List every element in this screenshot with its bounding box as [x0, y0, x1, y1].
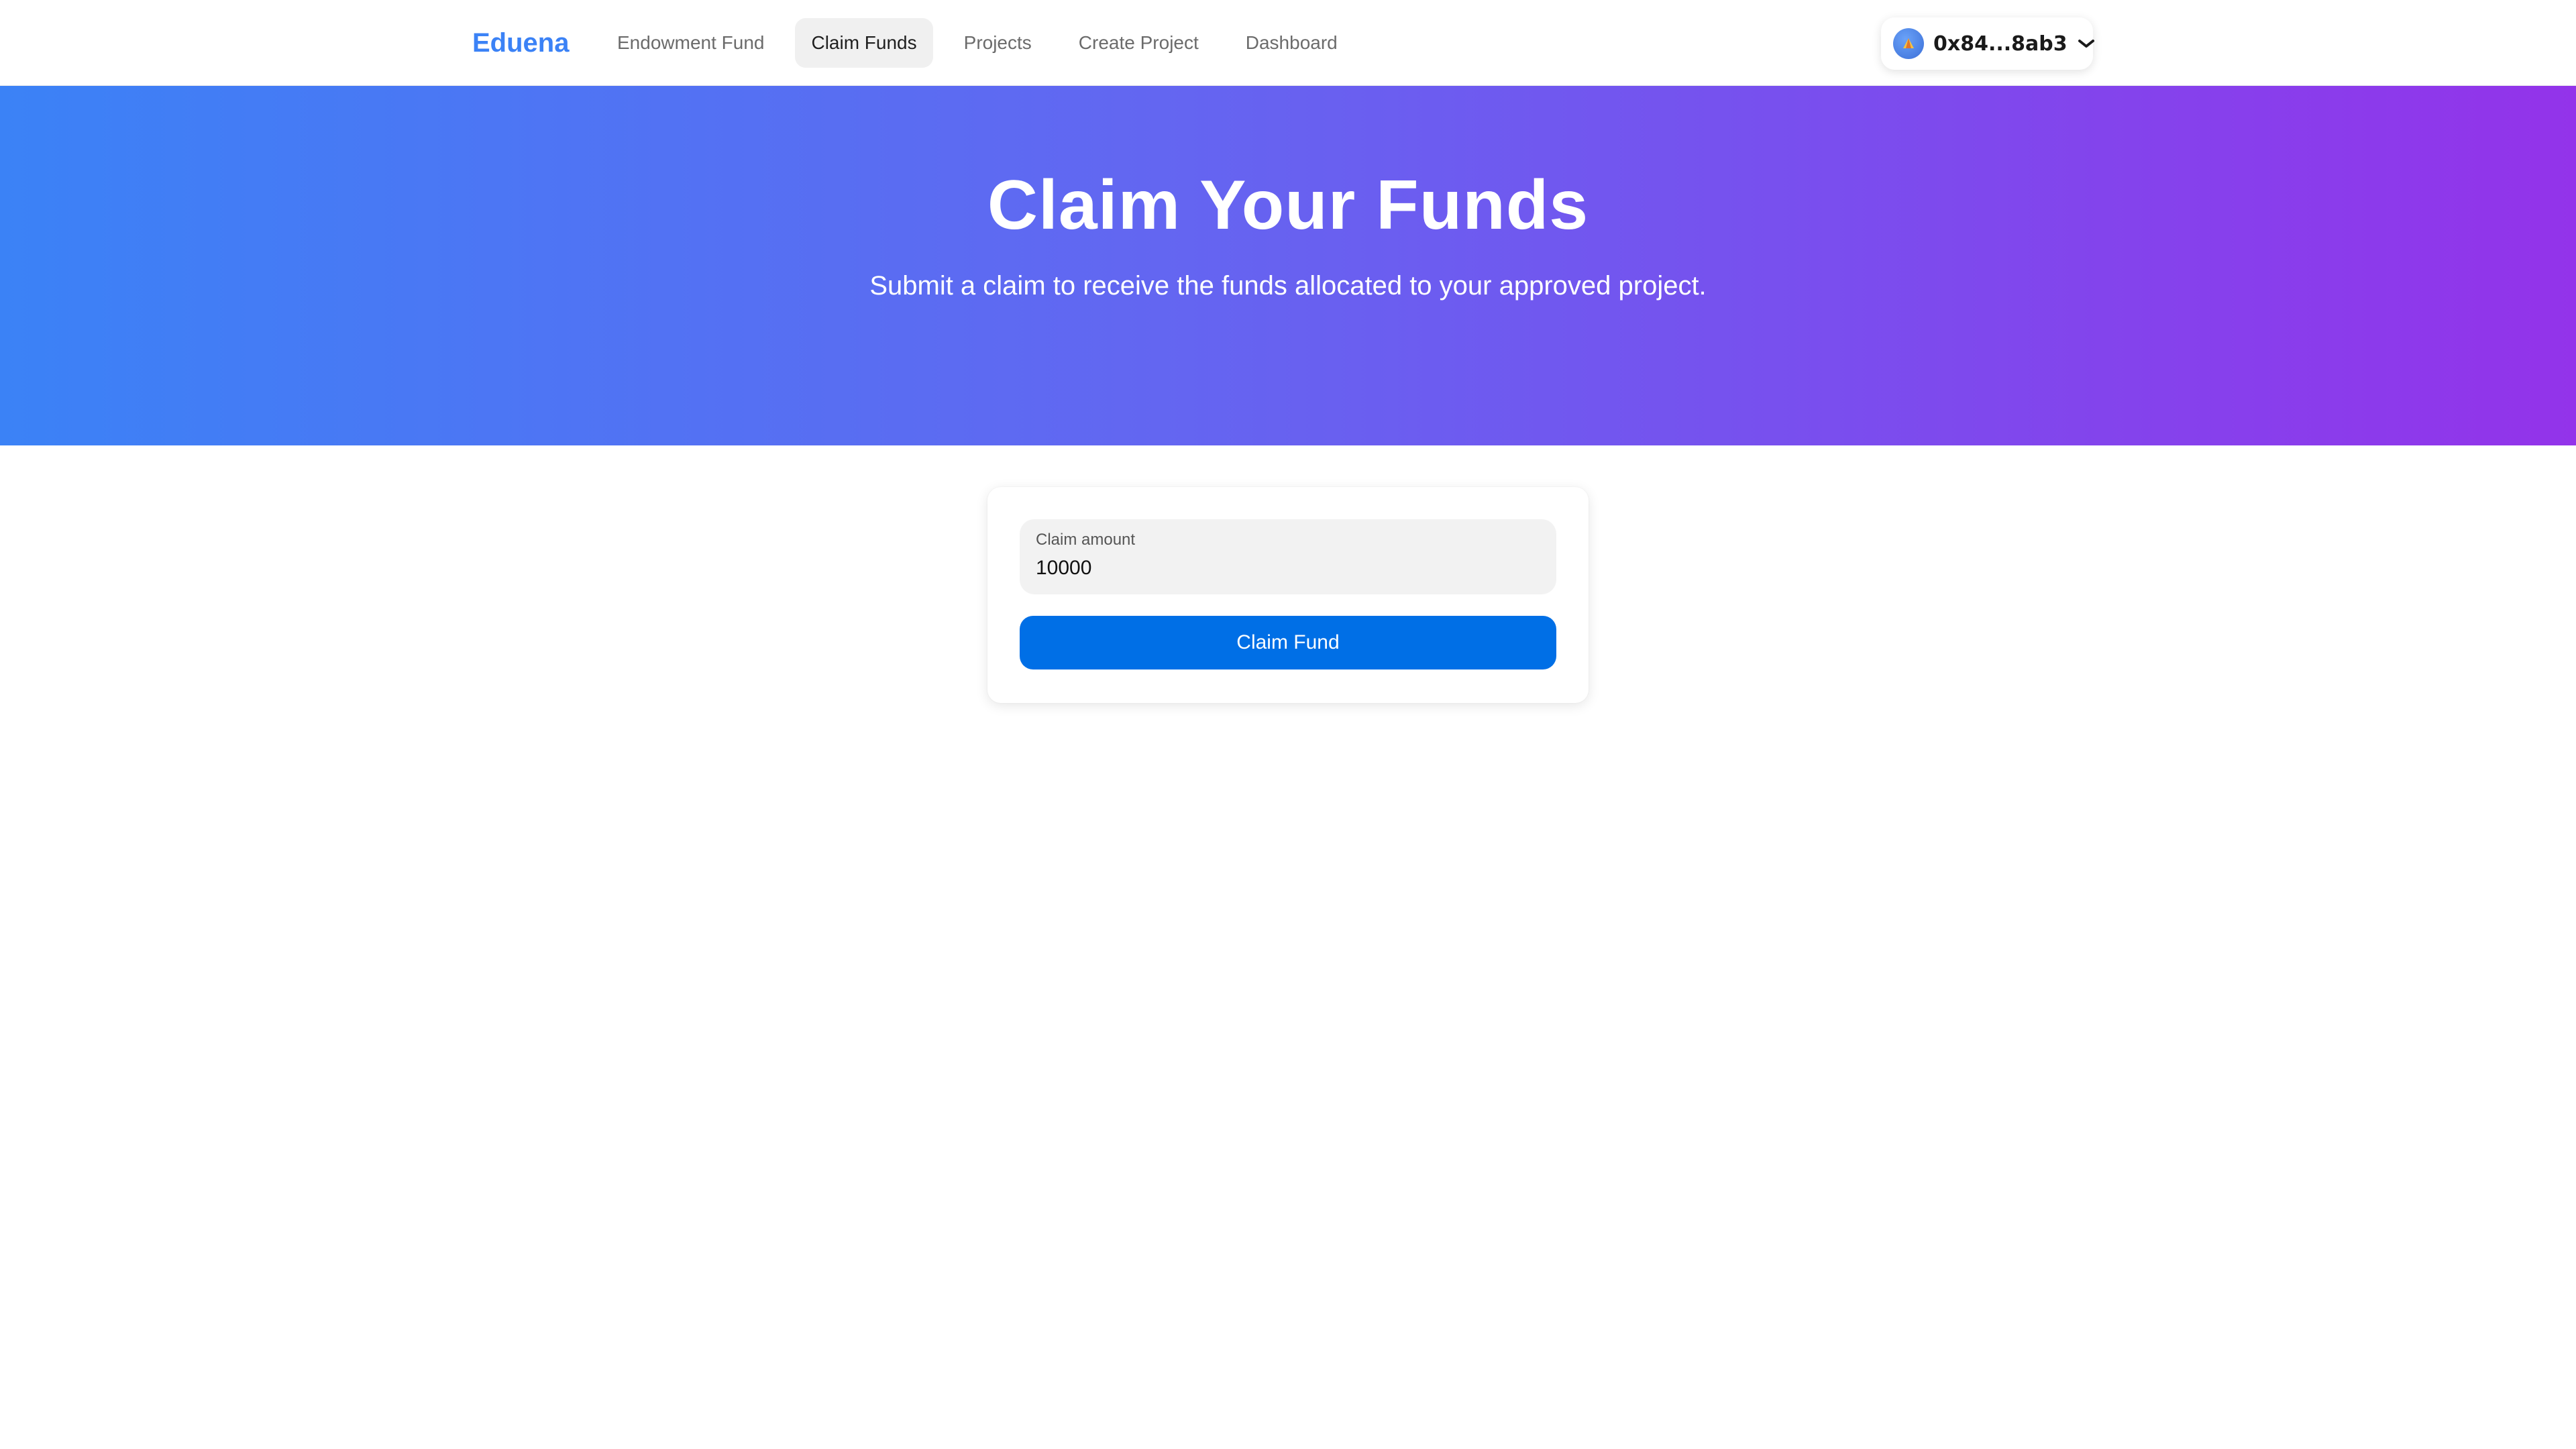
nav-item-projects[interactable]: Projects: [948, 18, 1048, 68]
claim-amount-input[interactable]: [1036, 555, 1540, 581]
nav-item-dashboard[interactable]: Dashboard: [1230, 18, 1354, 68]
page-subtitle: Submit a claim to receive the funds allo…: [869, 271, 1707, 301]
brand-logo[interactable]: Eduena: [472, 25, 569, 60]
chevron-down-icon: [2077, 38, 2096, 50]
top-navbar: Eduena Endowment Fund Claim Funds Projec…: [0, 0, 2576, 86]
wallet-account-button[interactable]: 0x84...8ab3: [1881, 17, 2096, 70]
network-avatar-icon: [1893, 28, 1924, 59]
claim-form-card: Claim amount Claim Fund: [987, 487, 1589, 703]
hero-banner: Claim Your Funds Submit a claim to recei…: [0, 86, 2576, 445]
claim-fund-button[interactable]: Claim Fund: [1020, 616, 1556, 669]
nav-item-endowment-fund[interactable]: Endowment Fund: [601, 18, 780, 68]
claim-amount-field[interactable]: Claim amount: [1020, 519, 1556, 594]
nav-item-claim-funds[interactable]: Claim Funds: [795, 18, 933, 68]
claim-amount-label: Claim amount: [1036, 531, 1136, 549]
page-title: Claim Your Funds: [987, 166, 1589, 244]
nav-item-create-project[interactable]: Create Project: [1063, 18, 1215, 68]
wallet-address: 0x84...8ab3: [1933, 32, 2068, 56]
main-nav: Endowment Fund Claim Funds Projects Crea…: [601, 18, 1354, 68]
